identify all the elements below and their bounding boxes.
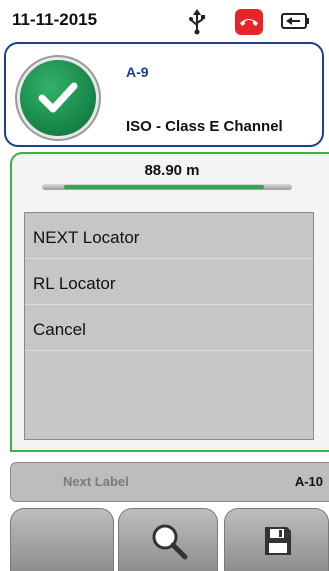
- check-pass-icon: [20, 60, 96, 136]
- result-card: A-9 ISO - Class E Channel: [4, 42, 324, 147]
- battery-icon: [281, 13, 309, 29]
- date-text: 11-11-2015: [12, 10, 98, 29]
- length-value: 88.90 m: [144, 162, 200, 179]
- softkey-search[interactable]: [118, 508, 218, 571]
- next-label-text: Next Label: [63, 474, 129, 489]
- menu-item-cancel[interactable]: Cancel: [25, 305, 313, 351]
- test-standard: ISO - Class E Channel: [126, 118, 283, 135]
- cable-id: A-9: [126, 64, 149, 80]
- status-bar: 11-11-2015: [0, 0, 329, 44]
- save-icon: [265, 527, 291, 555]
- softkey-save[interactable]: [224, 508, 329, 571]
- phone-hangup-icon: [235, 9, 263, 35]
- menu-item-rl-locator[interactable]: RL Locator: [25, 259, 313, 305]
- length-bar-fill: [64, 185, 264, 189]
- magnifier-icon: [152, 524, 188, 560]
- menu-item-next-locator[interactable]: NEXT Locator: [25, 213, 313, 259]
- next-label-id: A-10: [294, 474, 323, 489]
- usb-icon: [189, 9, 205, 35]
- softkey-blank[interactable]: [10, 508, 114, 571]
- popup-menu: NEXT Locator RL Locator Cancel: [24, 212, 314, 440]
- length-bar: [42, 184, 292, 190]
- next-label-bar[interactable]: Next Label A-10: [10, 462, 329, 502]
